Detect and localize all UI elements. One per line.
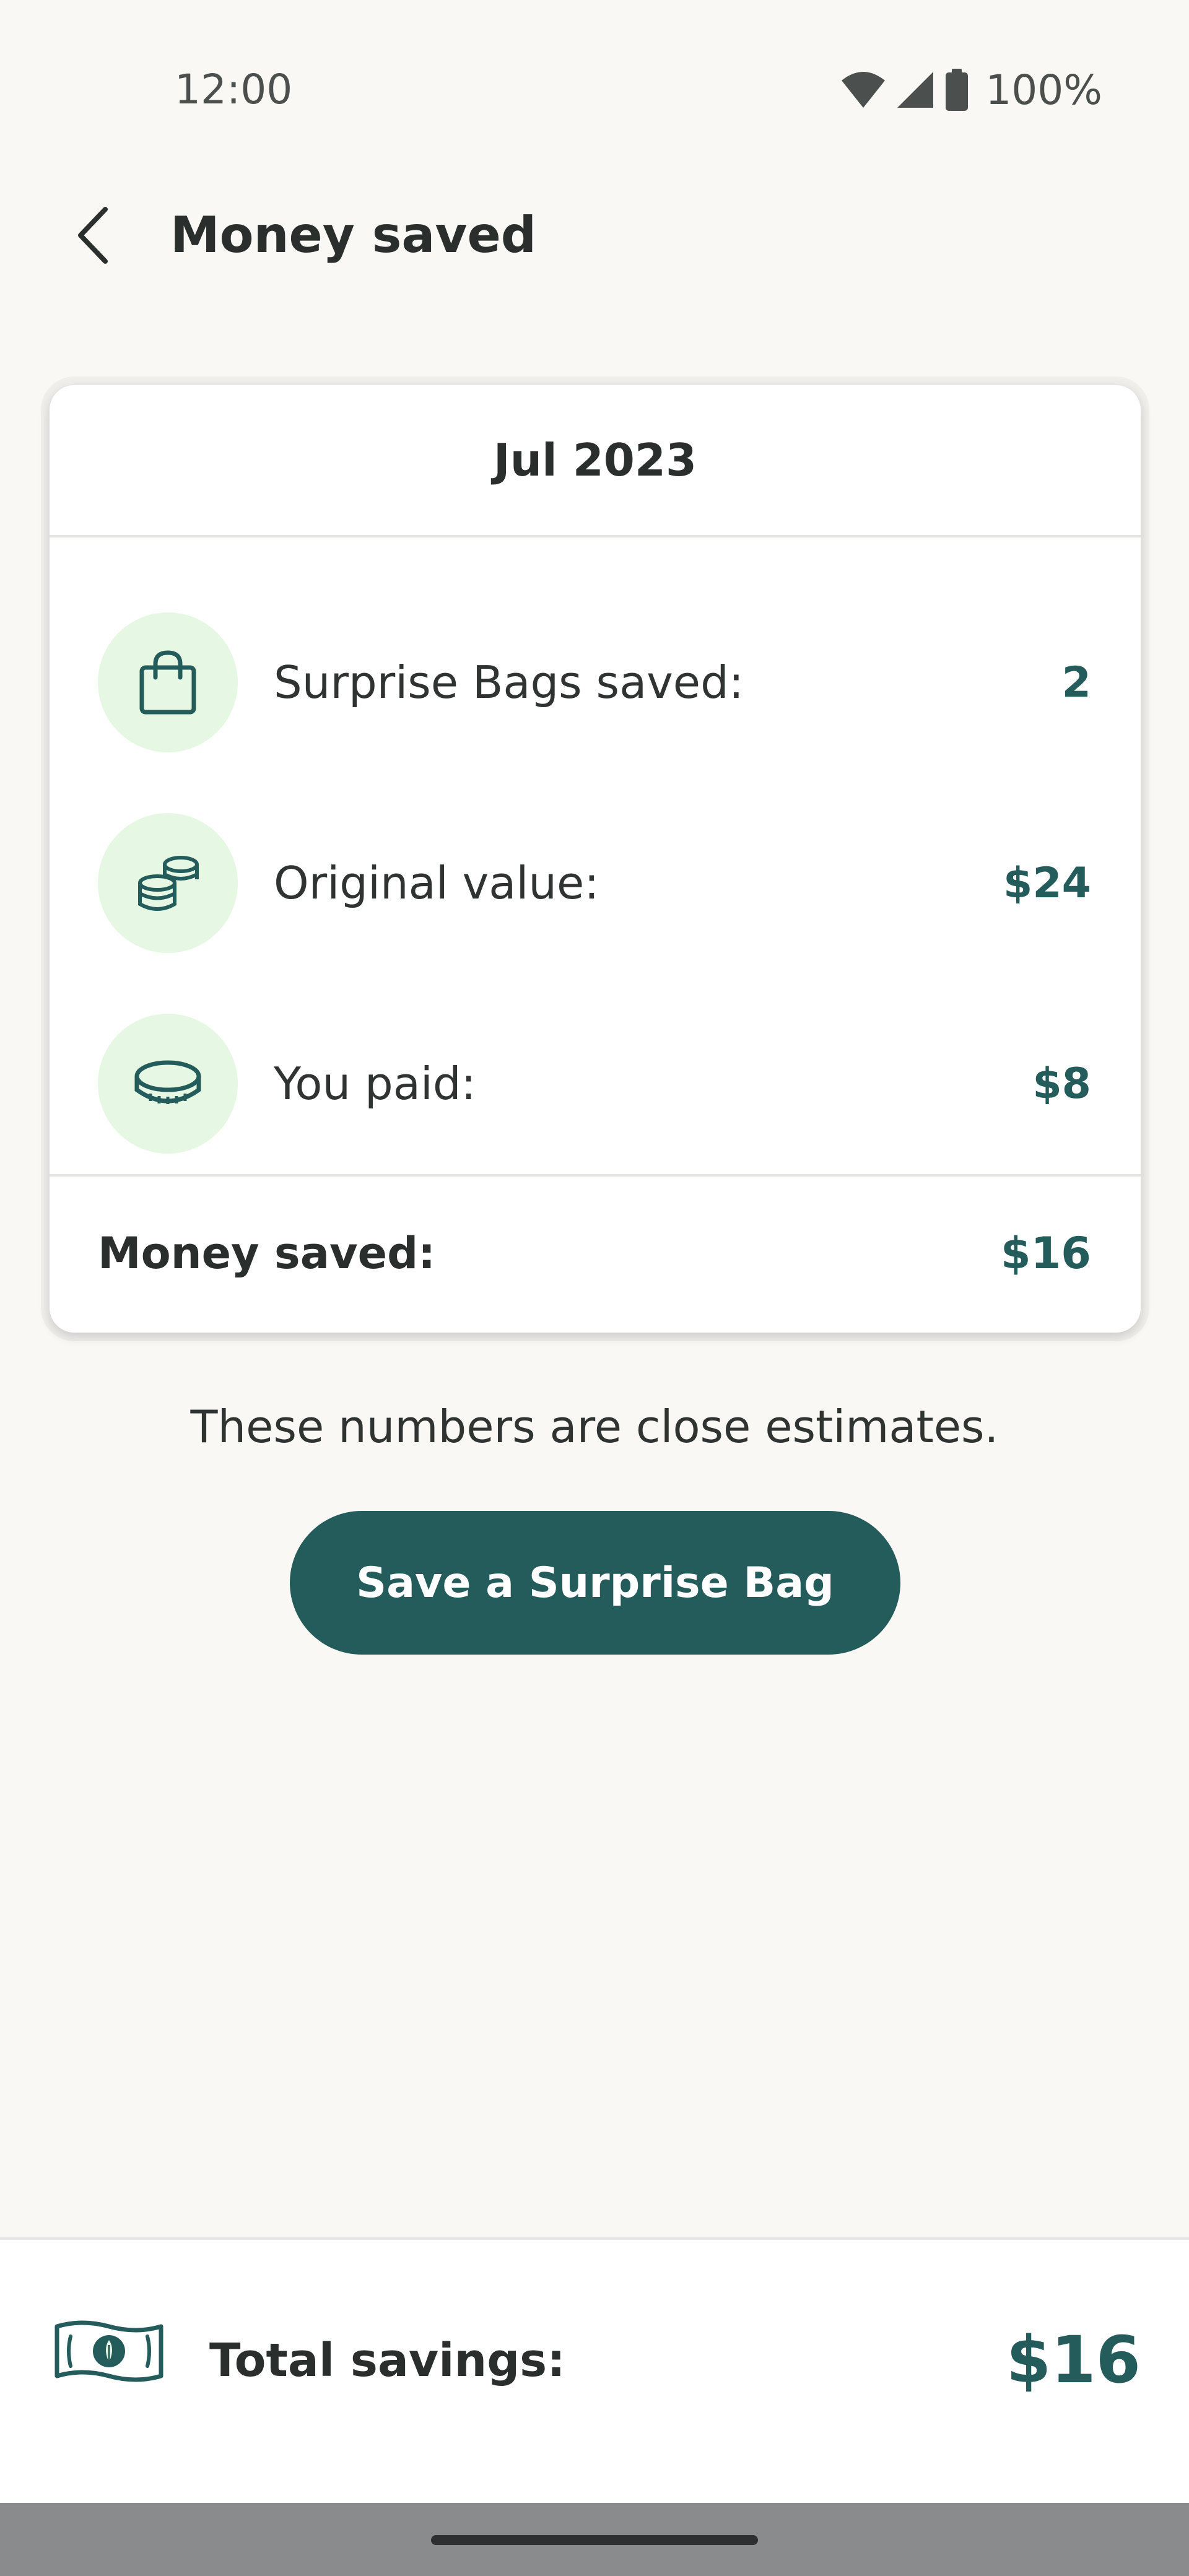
status-icons: 100% <box>840 62 1102 118</box>
save-surprise-bag-button[interactable]: Save a Surprise Bag <box>290 1511 900 1655</box>
monthly-savings-card: Jul 2023 Surprise Bags saved: 2 Original… <box>50 385 1141 1333</box>
row-value: 2 <box>1061 658 1091 707</box>
chevron-left-icon <box>78 207 108 264</box>
row-value: $8 <box>1032 1059 1091 1108</box>
home-indicator[interactable] <box>431 2535 758 2545</box>
battery-icon <box>946 69 969 111</box>
app-bar: Money saved <box>0 180 1189 291</box>
card-month: Jul 2023 <box>493 434 697 486</box>
coin-icon <box>98 1014 238 1154</box>
row-label: Surprise Bags saved: <box>274 656 744 708</box>
battery-percentage: 100% <box>985 66 1102 114</box>
money-saved-label: Money saved: <box>98 1228 436 1279</box>
card-footer: Money saved: $16 <box>50 1177 1141 1330</box>
row-label: You paid: <box>274 1058 476 1110</box>
coins-stack-icon <box>98 813 238 953</box>
savings-rows: Surprise Bags saved: 2 Original value: $… <box>50 537 1141 1177</box>
total-savings-label: Total savings: <box>209 2334 565 2387</box>
row-value: $24 <box>1003 858 1091 908</box>
banknote-icon <box>53 2318 165 2387</box>
row-you-paid: You paid: $8 <box>50 983 1141 1184</box>
back-button[interactable] <box>56 198 130 272</box>
shopping-bag-icon <box>98 612 238 752</box>
total-savings-value: $16 <box>1006 2322 1141 2398</box>
money-saved-screen: 12:00 100% Money saved Jul 2023 Surprise… <box>0 0 1189 2576</box>
money-saved-value: $16 <box>1000 1228 1091 1279</box>
status-bar: 12:00 100% <box>0 0 1189 180</box>
total-savings-bar: Total savings: $16 <box>0 2237 1189 2503</box>
status-time: 12:00 <box>175 66 293 113</box>
system-nav-bar <box>0 2503 1189 2576</box>
row-original-value: Original value: $24 <box>50 783 1141 983</box>
estimate-disclaimer: These numbers are close estimates. <box>190 1401 999 1453</box>
card-header: Jul 2023 <box>50 385 1141 537</box>
signal-icon <box>897 72 934 108</box>
row-label: Original value: <box>274 857 599 909</box>
wifi-icon <box>842 72 886 108</box>
page-title: Money saved <box>170 206 537 264</box>
row-bags-saved: Surprise Bags saved: 2 <box>50 582 1141 783</box>
